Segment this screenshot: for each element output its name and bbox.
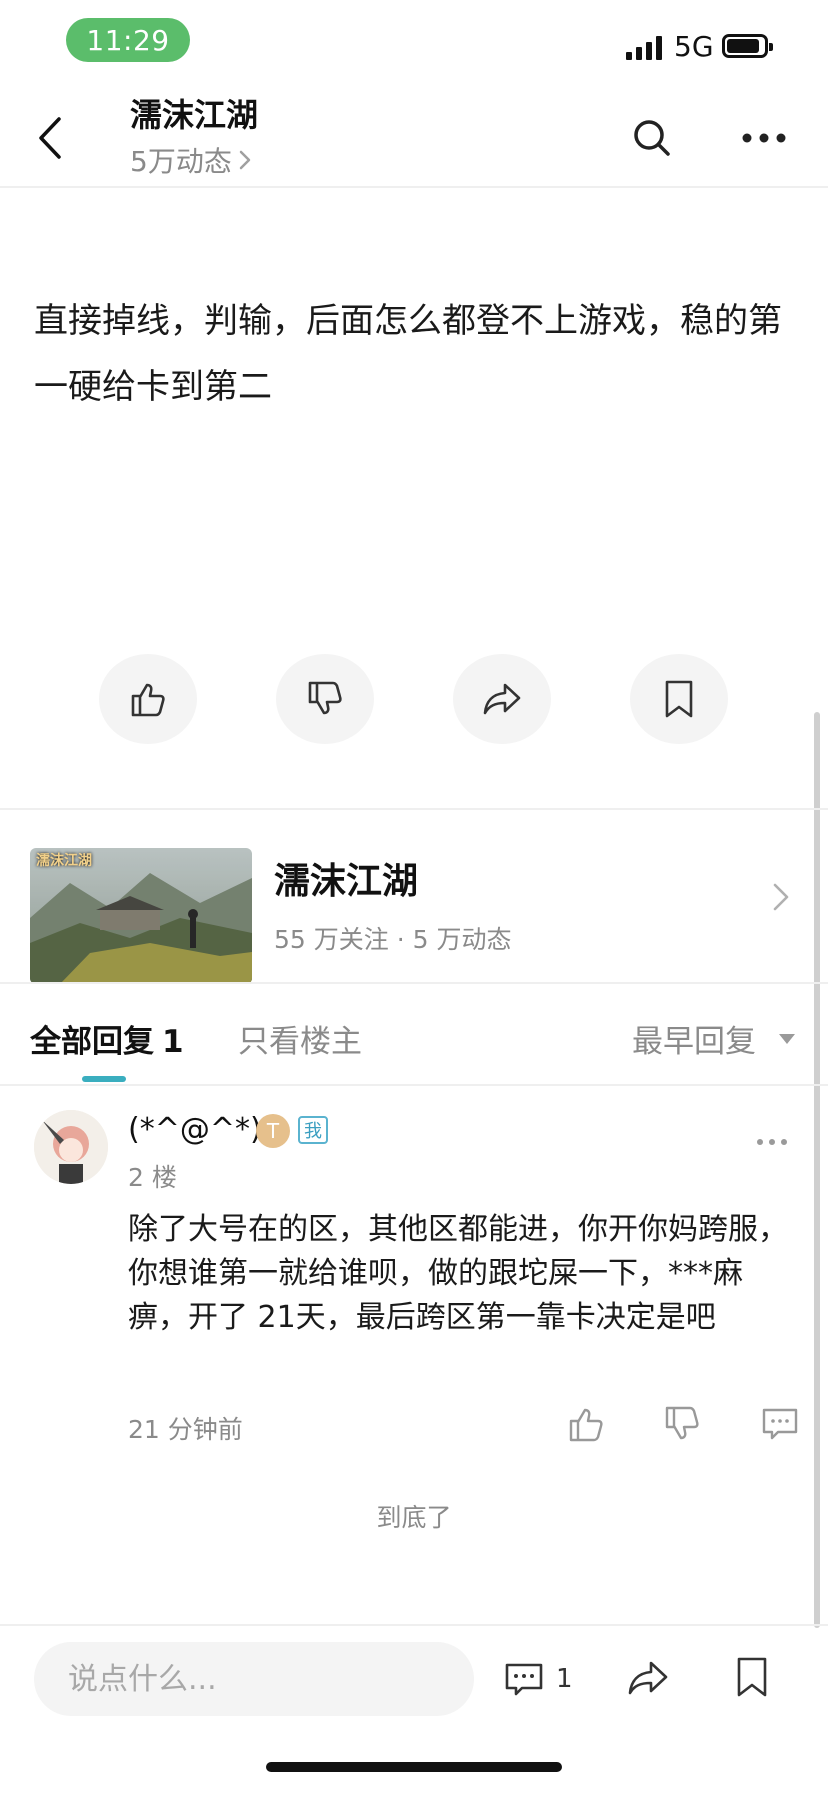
more-dots-icon [757, 1139, 787, 1145]
bottom-share-button[interactable] [626, 1658, 670, 1698]
chevron-right-icon [239, 150, 251, 170]
bookmark-icon [665, 680, 693, 718]
scrollbar[interactable] [814, 712, 820, 1628]
status-time: 11:29 [66, 18, 190, 62]
tab-active-indicator [82, 1076, 126, 1082]
chevron-left-icon [39, 117, 61, 159]
comment-username[interactable]: (*^@^*) [128, 1112, 262, 1147]
tab-host-only[interactable]: 只看楼主 [238, 1016, 362, 1061]
post-content: 直接掉线，判输，后面怎么都登不上游戏，稳的第一硬给卡到第二 [34, 301, 782, 407]
comment-more-button[interactable] [756, 1132, 788, 1145]
caret-down-icon [779, 1033, 795, 1044]
bookmark-icon [737, 1657, 767, 1697]
sort-label: 最早回复 [632, 1024, 756, 1060]
comment-reply-button[interactable] [760, 1404, 800, 1444]
thumbs-up-icon [569, 1408, 603, 1442]
bottom-comment-count: 1 [556, 1664, 573, 1694]
home-indicator[interactable] [266, 1762, 562, 1772]
comment-dislike-button[interactable] [662, 1404, 702, 1444]
comment-icon [762, 1408, 798, 1440]
signal-icon [626, 34, 666, 60]
post-dislike-button[interactable] [276, 654, 374, 744]
game-thumbnail[interactable]: 濡沫江湖 [30, 848, 252, 984]
post-bookmark-button[interactable] [630, 654, 728, 744]
game-logo-text: 濡沫江湖 [36, 853, 92, 869]
avatar[interactable] [34, 1110, 108, 1184]
tab-all-label: 全部回复 [30, 1024, 154, 1060]
network-type: 5G [674, 30, 714, 63]
page-title: 濡沫江湖 [130, 96, 259, 134]
comment-like-button[interactable] [566, 1404, 606, 1444]
battery-icon [722, 34, 773, 58]
share-icon [628, 1661, 668, 1695]
bottom-bookmark-button[interactable] [736, 1656, 768, 1698]
comment-text: 除了大号在的区，其他区都能进，你开你妈跨服，你想谁第一就给谁呗，做的跟坨屎一下，… [128, 1212, 788, 1335]
section-divider [0, 808, 828, 810]
comment-floor: 2 楼 [128, 1163, 177, 1192]
game-stats: 55 万关注 · 5 万动态 [274, 925, 512, 954]
game-name[interactable]: 濡沫江湖 [274, 852, 418, 904]
more-dots-icon [742, 133, 786, 143]
me-badge: 我 [298, 1116, 328, 1144]
bottom-bar-divider [0, 1624, 828, 1626]
chevron-right-icon [773, 883, 789, 911]
header-subtitle: 5万动态 [130, 145, 232, 178]
game-card-chevron[interactable] [770, 880, 792, 914]
sort-dropdown[interactable]: 最早回复 [632, 1016, 796, 1061]
post-like-button[interactable] [99, 654, 197, 744]
search-icon [634, 120, 670, 156]
comment-time: 21 分钟前 [128, 1415, 243, 1444]
more-button[interactable] [742, 126, 786, 150]
header-subtitle-link[interactable]: 5万动态 [130, 140, 252, 180]
end-of-list: 到底了 [376, 1503, 452, 1532]
header-divider [0, 186, 828, 188]
comment-icon [505, 1663, 543, 1696]
tab-all-replies[interactable]: 全部回复 1 [30, 1016, 184, 1061]
post-share-button[interactable] [453, 654, 551, 744]
share-icon [483, 683, 521, 715]
search-button[interactable] [632, 118, 672, 158]
section-divider [0, 982, 828, 984]
thumbs-up-icon [131, 683, 165, 717]
level-badge: T [256, 1114, 290, 1148]
tabs-divider [0, 1084, 828, 1086]
anime-avatar-image [34, 1110, 108, 1184]
back-button[interactable] [30, 112, 70, 164]
thumbs-down-icon [308, 681, 342, 715]
comment-input[interactable] [34, 1642, 474, 1716]
thumbs-down-icon [665, 1406, 699, 1440]
bottom-comment-button[interactable]: 1 [504, 1660, 573, 1698]
tab-all-count: 1 [162, 1024, 184, 1060]
